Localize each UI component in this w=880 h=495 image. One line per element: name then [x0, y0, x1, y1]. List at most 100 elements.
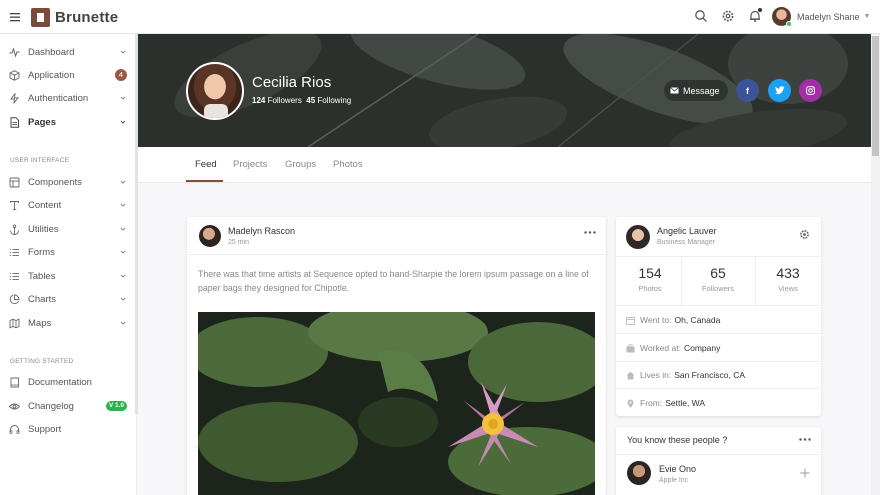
settings-gear-icon[interactable]	[799, 229, 810, 240]
hamburger-menu-icon[interactable]	[9, 11, 21, 23]
message-button-label: Message	[683, 85, 720, 96]
divider	[616, 454, 821, 455]
add-friend-plus-icon[interactable]	[800, 468, 810, 478]
search-icon[interactable]	[694, 9, 708, 23]
divider	[616, 388, 821, 389]
sidebar-item-label: Content	[28, 199, 62, 211]
profile-card-avatar[interactable]	[626, 225, 650, 249]
profile-cover	[138, 34, 871, 147]
user-name: Madelyn Shane	[797, 11, 860, 22]
user-menu[interactable]: Madelyn Shane ▼	[772, 7, 871, 27]
brand[interactable]: Brunette	[31, 8, 118, 27]
top-icons	[694, 8, 762, 23]
top-bar: Brunette Madelyn Shane ▼	[0, 0, 880, 34]
anchor-icon	[10, 223, 19, 235]
sidebar-item-components[interactable]: Components	[0, 171, 135, 193]
sidebar-item-application[interactable]: Application 4	[0, 64, 135, 86]
followers-count: 124	[252, 96, 266, 105]
following-label: Following	[317, 96, 352, 105]
stat-value: 433	[776, 265, 800, 281]
sidebar-item-maps[interactable]: Maps	[0, 312, 135, 334]
sidebar-item-label: Support	[28, 423, 62, 435]
sidebar-item-support[interactable]: Support	[0, 418, 135, 440]
sidebar-item-label: Charts	[28, 293, 56, 305]
sidebar-item-label: Tables	[28, 270, 56, 282]
sidebar: Dashboard Application 4 Authentication P…	[0, 34, 137, 495]
more-options-icon[interactable]	[584, 231, 596, 234]
post-author-name[interactable]: Madelyn Rascon	[228, 226, 295, 236]
post-author-avatar[interactable]	[199, 225, 221, 247]
section-heading-user-interface: USER INTERFACE	[10, 157, 70, 164]
more-options-icon[interactable]	[799, 438, 811, 441]
facebook-button[interactable]: f	[736, 79, 759, 102]
info-value: Settle, WA	[665, 398, 706, 408]
scrollbar-thumb[interactable]	[872, 36, 879, 156]
twitter-icon	[774, 86, 784, 95]
sidebar-item-label: Maps	[28, 317, 52, 329]
chevron-down-icon	[120, 120, 126, 124]
divider	[187, 254, 606, 255]
sidebar-item-label: Pages	[28, 116, 56, 128]
person-avatar[interactable]	[627, 461, 651, 485]
tab-photos[interactable]: Photos	[333, 159, 363, 170]
stat-label: Views	[778, 284, 798, 293]
sidebar-item-label: Dashboard	[28, 46, 75, 58]
chevron-down-icon	[120, 250, 126, 254]
sidebar-item-label: Components	[28, 176, 82, 188]
info-value: San Francisco, CA	[674, 370, 746, 380]
chevron-down-icon	[120, 96, 126, 100]
post-image[interactable]	[198, 312, 595, 495]
page-scrollbar[interactable]	[871, 34, 880, 495]
sidebar-item-charts[interactable]: Charts	[0, 288, 135, 310]
info-row-work: Worked at: Company	[626, 341, 720, 355]
briefcase-icon	[626, 343, 635, 352]
chevron-down-icon	[120, 50, 126, 54]
settings-gear-icon[interactable]	[721, 9, 735, 23]
tab-groups[interactable]: Groups	[285, 159, 316, 170]
brand-name: Brunette	[55, 9, 119, 26]
sidebar-item-authentication[interactable]: Authentication	[0, 87, 135, 109]
sidebar-item-label: Utilities	[28, 223, 59, 235]
layout-icon	[9, 177, 20, 187]
info-row-origin: From: Settle, WA	[626, 396, 705, 410]
info-label: Went to:	[640, 315, 672, 325]
following-count: 45	[306, 96, 316, 105]
card-title: You know these people ?	[627, 435, 728, 445]
followers-label: Followers	[267, 96, 302, 105]
profile-card-name[interactable]: Angelic Lauver	[657, 226, 717, 236]
sidebar-item-utilities[interactable]: Utilities	[0, 218, 135, 240]
sidebar-item-documentation[interactable]: Documentation	[0, 371, 135, 393]
cover-leaves-image	[174, 34, 848, 147]
sidebar-item-tables[interactable]: Tables	[0, 265, 135, 287]
person-name[interactable]: Evie Ono	[659, 464, 696, 474]
tab-feed[interactable]: Feed	[195, 159, 217, 170]
sidebar-item-content[interactable]: Content	[0, 194, 135, 216]
message-button[interactable]: Message	[664, 80, 728, 101]
sidebar-item-dashboard[interactable]: Dashboard	[0, 41, 135, 63]
stat-label: Followers	[701, 284, 735, 293]
box-icon	[9, 69, 20, 81]
profile-stats: 124 Followers 45 Following	[252, 96, 351, 105]
facebook-icon: f	[746, 85, 749, 96]
stat-views[interactable]: 433 Views	[754, 257, 822, 305]
stat-photos[interactable]: 154 Photos	[616, 257, 684, 305]
calendar-icon	[626, 316, 635, 325]
stat-label: Photos	[638, 284, 662, 293]
notifications-bell-icon[interactable]	[748, 8, 762, 23]
twitter-button[interactable]	[768, 79, 791, 102]
post-timestamp: 25 min	[228, 239, 250, 246]
stat-followers[interactable]: 65 Followers	[684, 257, 752, 305]
sidebar-item-forms[interactable]: Forms	[0, 241, 135, 263]
profile-avatar[interactable]	[186, 62, 244, 120]
eye-icon	[9, 403, 20, 409]
chevron-down-icon: ▼	[863, 13, 871, 20]
post-body-text: There was that time artists at Sequence …	[198, 269, 589, 293]
sidebar-item-changelog[interactable]: Changelog V 1.0	[0, 395, 135, 417]
section-heading-getting-started: GETTING STARTED	[10, 358, 74, 365]
info-row-education: Went to: Oh, Canada	[626, 313, 720, 327]
divider	[616, 361, 821, 362]
tab-projects[interactable]: Projects	[233, 159, 267, 170]
sidebar-item-label: Documentation	[28, 376, 92, 388]
instagram-button[interactable]	[799, 79, 822, 102]
sidebar-item-pages[interactable]: Pages	[0, 111, 135, 133]
